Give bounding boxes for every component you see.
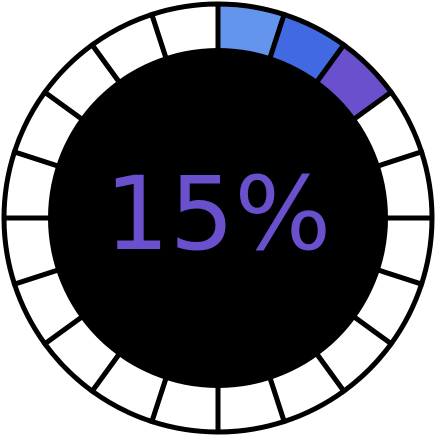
circular-progress-indicator: 15% <box>0 0 436 436</box>
progress-center <box>48 48 388 388</box>
progress-ring <box>1 1 435 435</box>
